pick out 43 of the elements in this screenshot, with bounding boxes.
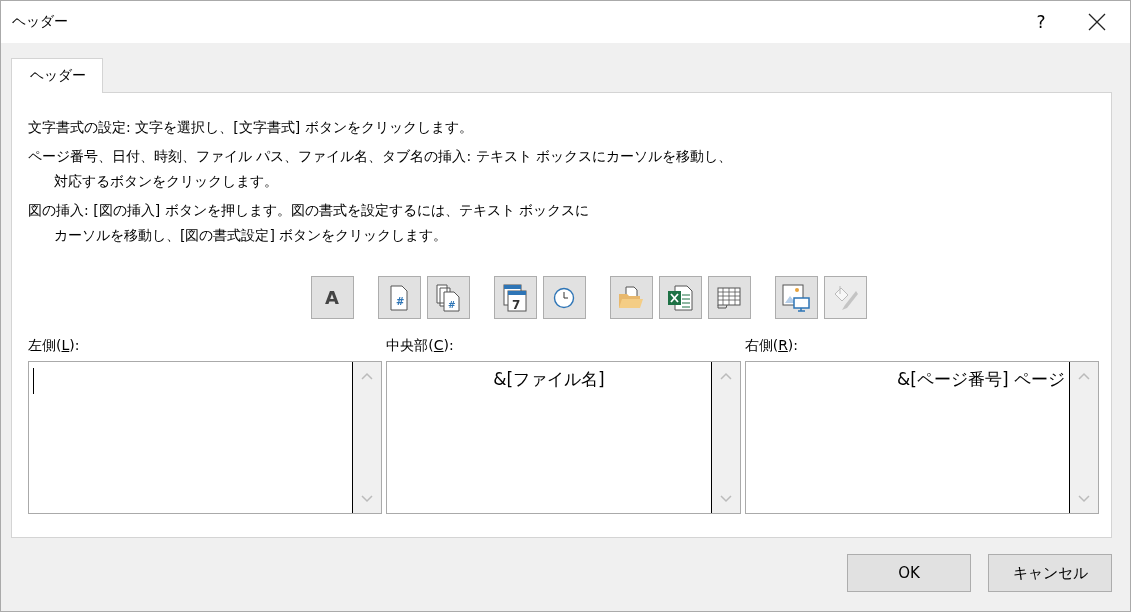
instruction-text: ページ番号、日付、時刻、ファイル パス、ファイル名、タブ名の挿入: テキスト ボックスにカーソルを移動し、 [28,147,734,166]
field-value: &[ページ番号] ページ [897,368,1065,391]
scrollbar[interactable] [1069,362,1098,513]
text-area[interactable]: &[ファイル名] [386,361,741,514]
text-cursor [33,368,34,394]
scroll-up-icon [719,372,732,380]
scrollbar[interactable] [710,362,740,513]
picture-icon [782,283,810,312]
scroll-up-icon [1078,372,1090,380]
instruction-text: カーソルを移動し、[図の書式設定] ボタンをクリックします。 [53,226,449,245]
scroll-down-icon [1078,495,1090,503]
ok-button[interactable]: OK [847,554,971,592]
spreadsheet-icon [667,284,693,311]
text-area[interactable]: &[ページ番号] ページ [744,361,1099,514]
scroll-down-icon [361,495,374,503]
field-label: 中央部(C): [386,337,455,355]
toolbar-button[interactable]: # [426,276,470,319]
clock-icon [553,286,575,309]
instruction-text: 図の挿入: [図の挿入] ボタンを押します。図の書式を設定するには、テキスト ボックスに [28,201,590,220]
instruction-text: 文字書式の設定: 文字を選択し、[文字書式] ボタンをクリックします。 [28,118,474,137]
folder-icon [618,285,644,310]
scroll-down-icon [719,495,732,503]
paint-bucket-icon [832,284,858,311]
toolbar-button[interactable] [774,276,818,319]
field-label: 左側(L): [28,337,81,355]
toolbar-button[interactable]: 7 [493,276,537,319]
field-value: &[ファイル名] [493,368,605,391]
toolbar-button[interactable] [658,276,702,319]
toolbar-button[interactable] [707,276,751,319]
cancel-button[interactable]: キャンセル [988,554,1112,592]
dialog-tab[interactable]: ヘッダー [11,58,103,93]
toolbar-button[interactable] [542,276,586,319]
page-number-icon: # [388,284,410,311]
window-title: ヘッダー [12,13,69,31]
format-text-button[interactable]: A [310,276,354,319]
instruction-text: 対応するボタンをクリックします。 [53,172,279,191]
help-button[interactable]: ? [1018,1,1064,43]
scrollbar[interactable] [352,362,382,513]
field-label: 右側(R): [744,337,800,355]
close-icon [1088,13,1106,31]
sheet-grid-icon [717,286,741,309]
scroll-up-icon [361,372,374,380]
toolbar-button[interactable]: # [377,276,421,319]
